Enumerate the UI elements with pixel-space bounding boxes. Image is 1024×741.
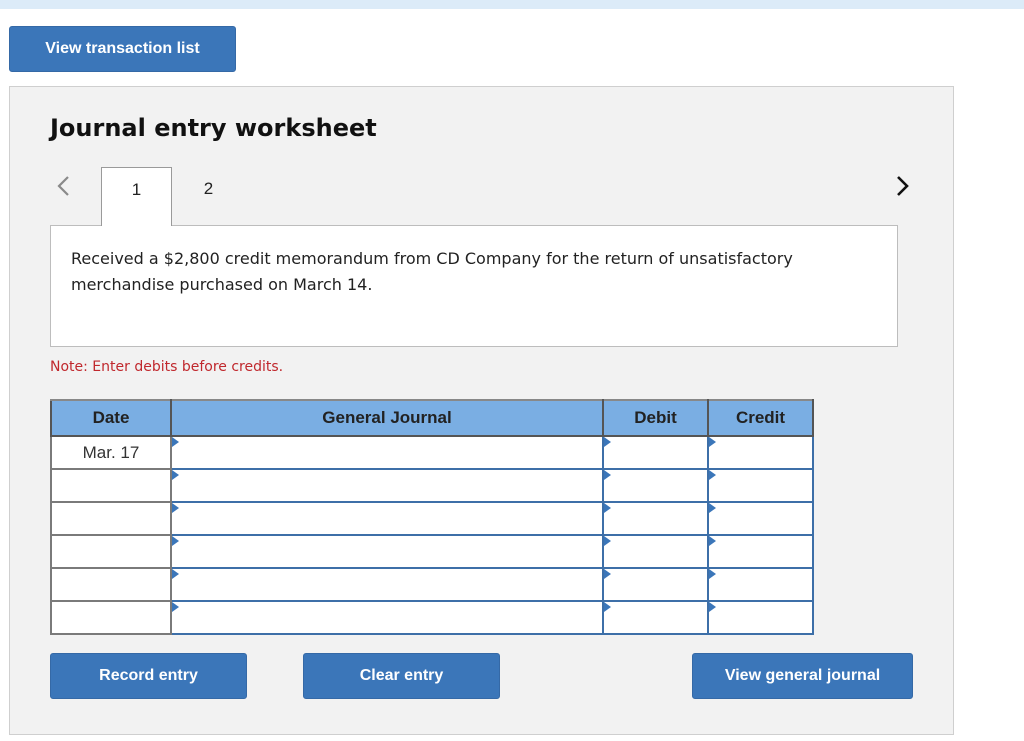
account-input[interactable]: [170, 435, 604, 470]
date-cell: [50, 468, 172, 503]
date-cell: [50, 600, 172, 635]
journal-entry-worksheet-panel: Journal entry worksheet 1 2 Received a $…: [9, 86, 954, 735]
header-credit: Credit: [707, 399, 814, 437]
tab-2[interactable]: 2: [173, 167, 244, 224]
account-input[interactable]: [170, 468, 604, 503]
debit-input[interactable]: [602, 468, 709, 503]
credit-input[interactable]: [707, 600, 814, 635]
note-text: Note: Enter debits before credits.: [50, 359, 284, 375]
header-general-journal: General Journal: [170, 399, 604, 437]
tab-1[interactable]: 1: [101, 167, 172, 226]
table-header-row: Date General Journal Debit Credit: [50, 399, 814, 437]
top-banner: [0, 0, 1024, 9]
debit-input[interactable]: [602, 567, 709, 602]
table-row: [50, 567, 814, 602]
date-cell: [50, 567, 172, 602]
table-row: [50, 600, 814, 635]
table-row: [50, 534, 814, 569]
date-cell: [50, 501, 172, 536]
journal-table: Date General Journal Debit Credit Mar. 1…: [50, 399, 814, 635]
date-cell: Mar. 17: [50, 435, 172, 470]
credit-input[interactable]: [707, 468, 814, 503]
clear-entry-button[interactable]: Clear entry: [303, 653, 500, 699]
tab-label: 2: [203, 179, 214, 198]
table-row: [50, 468, 814, 503]
chevron-left-icon[interactable]: [52, 171, 76, 201]
table-row: [50, 501, 814, 536]
debit-input[interactable]: [602, 501, 709, 536]
debit-input[interactable]: [602, 600, 709, 635]
debit-input[interactable]: [602, 534, 709, 569]
credit-input[interactable]: [707, 567, 814, 602]
debit-input[interactable]: [602, 435, 709, 470]
view-general-journal-button[interactable]: View general journal: [692, 653, 913, 699]
account-input[interactable]: [170, 567, 604, 602]
account-input[interactable]: [170, 600, 604, 635]
credit-input[interactable]: [707, 501, 814, 536]
transaction-description: Received a $2,800 credit memorandum from…: [50, 225, 898, 347]
worksheet-title: Journal entry worksheet: [50, 114, 377, 142]
tab-label: 1: [131, 180, 142, 199]
date-cell: [50, 534, 172, 569]
header-debit: Debit: [602, 399, 709, 437]
credit-input[interactable]: [707, 534, 814, 569]
credit-input[interactable]: [707, 435, 814, 470]
chevron-right-icon[interactable]: [890, 171, 914, 201]
account-input[interactable]: [170, 501, 604, 536]
view-transaction-list-button[interactable]: View transaction list: [9, 26, 236, 72]
header-date: Date: [50, 399, 172, 437]
account-input[interactable]: [170, 534, 604, 569]
table-row: Mar. 17: [50, 435, 814, 470]
record-entry-button[interactable]: Record entry: [50, 653, 247, 699]
